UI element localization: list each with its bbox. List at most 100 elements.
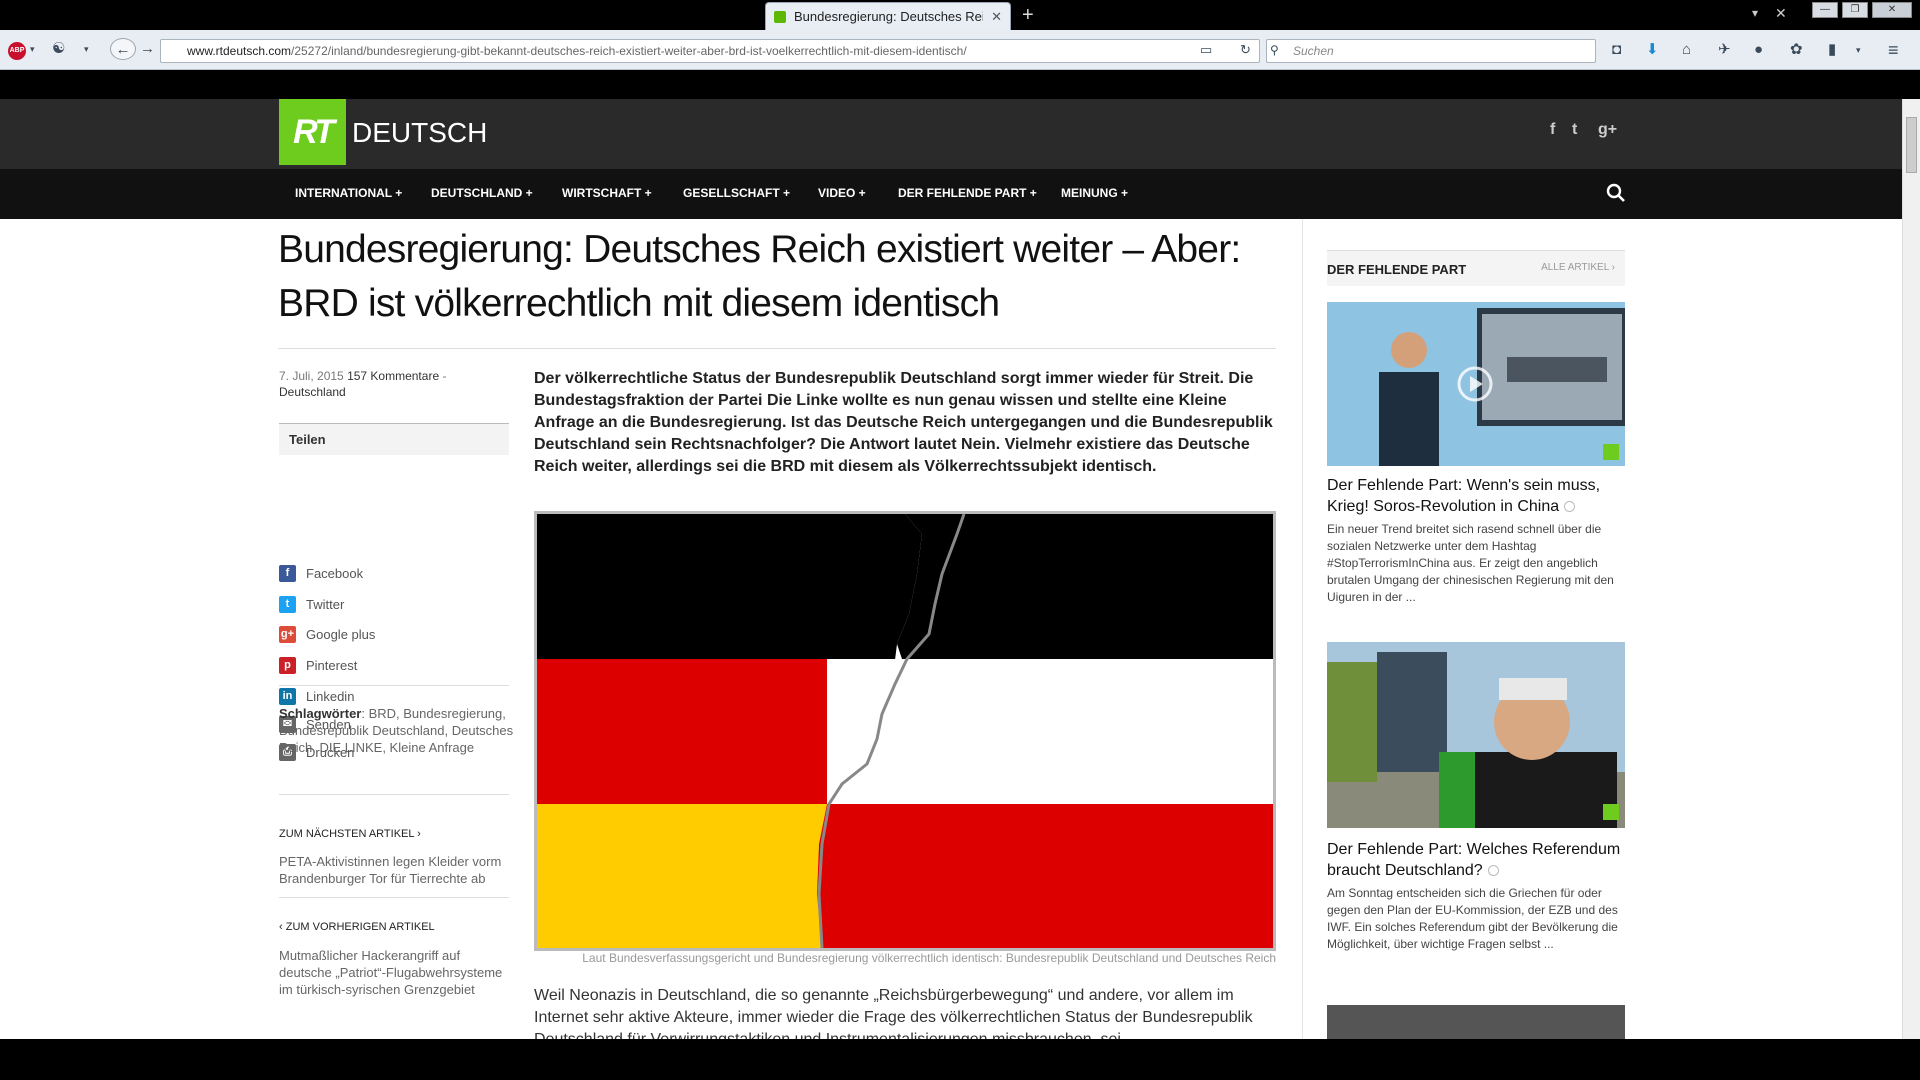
sidebar-item-text-2: Am Sonntag entscheiden sich die Griechen… xyxy=(1327,886,1618,951)
reader-view-icon[interactable]: ▭ xyxy=(1200,39,1212,61)
clipboard-dropdown-icon[interactable]: ▾ xyxy=(1856,39,1861,61)
rt-logo[interactable]: RT xyxy=(279,99,346,165)
share-label: Pinterest xyxy=(306,658,358,673)
pinterest-icon: p xyxy=(279,657,296,674)
tree xyxy=(1327,662,1377,782)
window-controls: — ❐ ✕ xyxy=(1812,2,1912,18)
video-indicator-icon xyxy=(1487,865,1499,877)
video-thumbnail-2[interactable] xyxy=(1327,642,1625,828)
reload-icon[interactable]: ↻ xyxy=(1240,39,1251,61)
tags: Schlagwörter: BRD, Bundesregierung, Bund… xyxy=(279,705,514,756)
url-bar[interactable]: www.rtdeutsch.com/25272/inland/bundesreg… xyxy=(160,39,1260,63)
close-tab-icon[interactable]: ✕ xyxy=(1775,5,1787,22)
close-window-button[interactable]: ✕ xyxy=(1872,2,1912,18)
tab-close-icon[interactable]: ✕ xyxy=(991,9,1002,25)
share-facebook[interactable]: f Facebook xyxy=(279,565,363,582)
menu-item-meinung[interactable]: MEINUNG + xyxy=(1061,186,1128,200)
column-divider xyxy=(1302,219,1303,1039)
sidebar-heading[interactable]: DER FEHLENDE PART xyxy=(1327,262,1466,277)
sidebar-item-title-1[interactable]: Der Fehlende Part: Wenn's sein muss, Kri… xyxy=(1327,475,1625,517)
logo-deutsch-text[interactable]: DEUTSCH xyxy=(352,117,487,149)
addon-dropdown-icon[interactable]: ▾ xyxy=(84,38,89,60)
sidebar-item-title-text-1[interactable]: Der Fehlende Part: Wenn's sein muss, Kri… xyxy=(1327,477,1600,515)
home-icon[interactable]: ⌂ xyxy=(1682,39,1691,61)
sidebar-heading-bar: DER FEHLENDE PART ALLE ARTIKEL › xyxy=(1327,250,1625,286)
video-thumbnail-1[interactable] xyxy=(1327,302,1625,466)
menu-item-deutschland[interactable]: DEUTSCHLAND + xyxy=(431,186,533,200)
pocket-icon[interactable]: ◘ xyxy=(1612,39,1621,61)
divider xyxy=(279,897,509,898)
article-body: Weil Neonazis in Deutschland, die so gen… xyxy=(534,987,1253,1039)
menu-item-video[interactable]: VIDEO + xyxy=(818,186,866,200)
new-tab-button[interactable]: + xyxy=(1022,4,1034,27)
rt-badge xyxy=(1603,444,1619,460)
chat-icon[interactable]: ● xyxy=(1754,39,1763,61)
twitter-icon: t xyxy=(279,596,296,613)
scrollbar-thumb[interactable] xyxy=(1906,117,1917,173)
share-label: Linkedin xyxy=(306,689,355,704)
rt-badge xyxy=(1603,804,1619,820)
restore-button[interactable]: ❐ xyxy=(1842,2,1868,18)
prev-article-label[interactable]: ‹ ZUM VORHERIGEN ARTIKEL xyxy=(279,921,435,933)
presenter-head xyxy=(1391,332,1427,368)
comments-link[interactable]: 157 Kommentare xyxy=(347,369,439,383)
addon-icon[interactable]: ☯ xyxy=(52,38,65,60)
image-caption: Laut Bundesverfassungsgericht und Bundes… xyxy=(582,951,1276,965)
forward-button[interactable]: → xyxy=(140,38,155,60)
next-article-title[interactable]: PETA-Aktivistinnen legen Kleider vorm Br… xyxy=(279,853,509,887)
sidebar-item-text-1: Ein neuer Trend breitet sich rasend schn… xyxy=(1327,522,1614,604)
cap xyxy=(1499,678,1567,700)
share-linkedin[interactable]: in Linkedin xyxy=(279,688,354,705)
googleplus-icon[interactable]: g+ xyxy=(1598,121,1617,139)
facebook-icon[interactable]: f xyxy=(1550,121,1555,139)
menu-item-international[interactable]: INTERNATIONAL + xyxy=(295,186,402,200)
video-thumbnail-3[interactable] xyxy=(1327,1005,1625,1039)
share-twitter[interactable]: t Twitter xyxy=(279,596,344,613)
search-input[interactable]: Suchen xyxy=(1266,39,1596,63)
minimize-button[interactable]: — xyxy=(1812,2,1838,18)
menu-icon[interactable]: ≡ xyxy=(1888,39,1899,61)
sidebar-item-title-text-2[interactable]: Der Fehlende Part: Welches Referendum br… xyxy=(1327,841,1620,879)
all-articles-link[interactable]: ALLE ARTIKEL › xyxy=(1541,262,1615,273)
twitter-icon[interactable]: t xyxy=(1572,121,1577,139)
article-section[interactable]: Deutschland xyxy=(279,385,346,399)
share-label: Google plus xyxy=(306,627,376,642)
ship-shape xyxy=(1507,357,1607,382)
linkedin-icon: in xyxy=(279,688,296,705)
reich-black-stripe xyxy=(897,514,1273,659)
search-icon[interactable] xyxy=(1606,183,1626,203)
share-google-plus[interactable]: g+ Google plus xyxy=(279,626,375,643)
browser-tab[interactable]: Bundesregierung: Deutsches Reich... ✕ xyxy=(765,2,1011,30)
facebook-icon: f xyxy=(279,565,296,582)
url-domain: www.rtdeutsch.com xyxy=(187,44,292,58)
download-icon[interactable]: ⬇ xyxy=(1646,39,1659,61)
next-article-label[interactable]: ZUM NÄCHSTEN ARTIKEL › xyxy=(279,828,421,840)
microphone xyxy=(1439,752,1475,828)
video-indicator-icon xyxy=(1564,501,1576,513)
divider xyxy=(279,685,509,686)
adblock-dropdown-icon[interactable]: ▾ xyxy=(30,38,35,60)
tab-title: Bundesregierung: Deutsches Reich... xyxy=(794,9,983,24)
menu-item-gesellschaft[interactable]: GESELLSCHAFT + xyxy=(683,186,790,200)
menu-item-wirtschaft[interactable]: WIRTSCHAFT + xyxy=(562,186,652,200)
url-path: /25272/inland/bundesregierung-gibt-bekan… xyxy=(291,44,967,58)
clipboard-icon[interactable]: ▮ xyxy=(1828,39,1836,61)
web-page: RT DEUTSCH f t g+ INTERNATIONAL + DEUTSC… xyxy=(0,99,1902,1039)
tab-list-dropdown-icon[interactable]: ▾ xyxy=(1752,6,1758,20)
sidebar-item-title-2[interactable]: Der Fehlende Part: Welches Referendum br… xyxy=(1327,839,1625,881)
googleplus-icon: g+ xyxy=(279,626,296,643)
menu-item-der-fehlende-part[interactable]: DER FEHLENDE PART + xyxy=(898,186,1037,200)
share-label: Twitter xyxy=(306,597,345,612)
article-meta: 7. Juli, 2015 157 Kommentare - Deutschla… xyxy=(279,368,479,400)
share-pinterest[interactable]: p Pinterest xyxy=(279,657,357,674)
back-button[interactable]: ← xyxy=(110,38,136,60)
reich-red-stripe xyxy=(817,804,1273,948)
prev-article-title[interactable]: Mutmaßlicher Hackerangriff auf deutsche … xyxy=(279,947,509,998)
meta-separator: - xyxy=(442,369,447,383)
divider xyxy=(279,794,509,795)
extension-icon[interactable]: ✿ xyxy=(1790,39,1803,61)
scrollbar[interactable] xyxy=(1902,99,1920,1039)
interviewee-body xyxy=(1467,752,1617,828)
adblock-icon[interactable]: ABP xyxy=(8,42,26,60)
send-icon[interactable]: ✈ xyxy=(1718,39,1731,61)
